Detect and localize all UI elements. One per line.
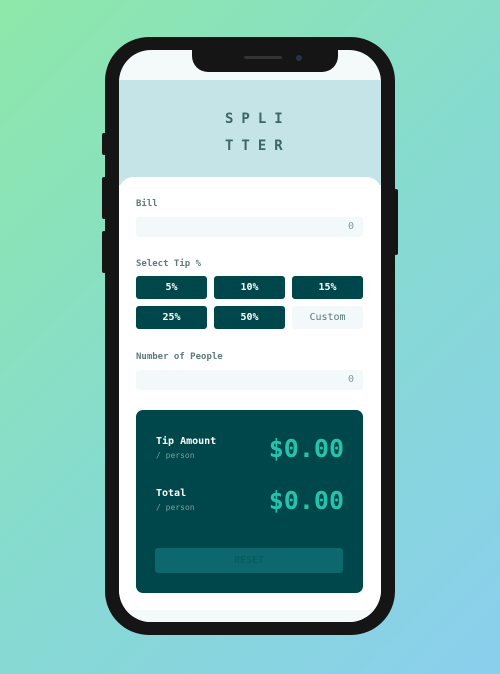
tip-label: Select Tip % [136,259,202,269]
front-camera [296,55,302,61]
tip-amount-value: $0.00 [268,434,344,463]
phone-frame: SPLI TTER Bill 0 Select Tip % 5% 10% 15%… [102,37,398,635]
total-sublabel: / person [156,503,195,512]
mute-switch [102,133,106,155]
phone-screen: SPLI TTER Bill 0 Select Tip % 5% 10% 15%… [119,50,381,622]
calculator-card: Bill 0 Select Tip % 5% 10% 15% 25% 50% C… [119,177,381,617]
tip-5-button[interactable]: 5% [136,276,207,299]
tip-10-button[interactable]: 10% [214,276,285,299]
speaker-grille [244,56,282,59]
custom-tip-input[interactable]: Custom [292,306,363,329]
tip-amount-label: Tip Amount [156,436,217,447]
app-header: SPLI TTER [119,80,381,185]
tip-50-button[interactable]: 50% [214,306,285,329]
tip-25-button[interactable]: 25% [136,306,207,329]
logo-line-1: SPLI [225,110,291,127]
tip-amount-sublabel: / person [156,451,195,460]
tip-15-button[interactable]: 15% [292,276,363,299]
volume-up-button [102,177,106,219]
screen-bottom-strip [119,610,381,622]
reset-button[interactable]: RESET [155,548,343,573]
volume-down-button [102,231,106,273]
total-value: $0.00 [268,486,344,515]
logo-line-2: TTER [225,137,291,154]
bill-label: Bill [136,199,158,209]
results-panel: Tip Amount / person $0.00 Total / person… [136,410,363,593]
power-button [394,189,398,255]
app-logo: SPLI TTER [215,106,285,160]
people-input[interactable]: 0 [136,370,363,390]
bill-input[interactable]: 0 [136,217,363,237]
people-label: Number of People [136,352,223,362]
phone-notch [192,50,338,72]
total-label: Total [156,488,187,499]
